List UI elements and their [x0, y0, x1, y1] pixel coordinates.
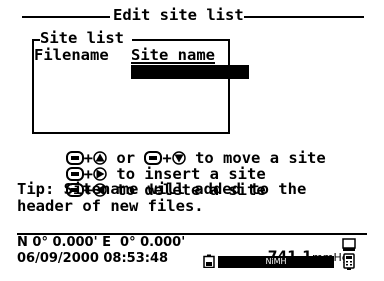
site-list-legend: Site list [40, 29, 124, 47]
sitename-input[interactable] [131, 65, 249, 79]
group-right-border [228, 39, 230, 133]
battery-icon [203, 254, 215, 268]
group-top-right [132, 39, 229, 41]
battery-bar: NiMH [218, 256, 334, 268]
sitename-column-header: Site name [131, 46, 215, 64]
page-title: Edit site list [113, 6, 244, 24]
screen-icon [342, 238, 356, 251]
battery-type-label: NiMH [265, 257, 287, 266]
title-rule-right [244, 16, 364, 18]
tip-line-1: Tip: Sitename will added to the [17, 180, 307, 198]
handheld-device-icon [343, 253, 355, 270]
gps-position: N 0° 0.000' E 0° 0.000' [17, 235, 186, 250]
filename-column-header: Filename [34, 46, 109, 64]
date-time: 06/09/2000 08:53:48 [17, 251, 169, 266]
title-rule-left [22, 16, 110, 18]
tip-line-2: header of new files. [17, 197, 204, 215]
